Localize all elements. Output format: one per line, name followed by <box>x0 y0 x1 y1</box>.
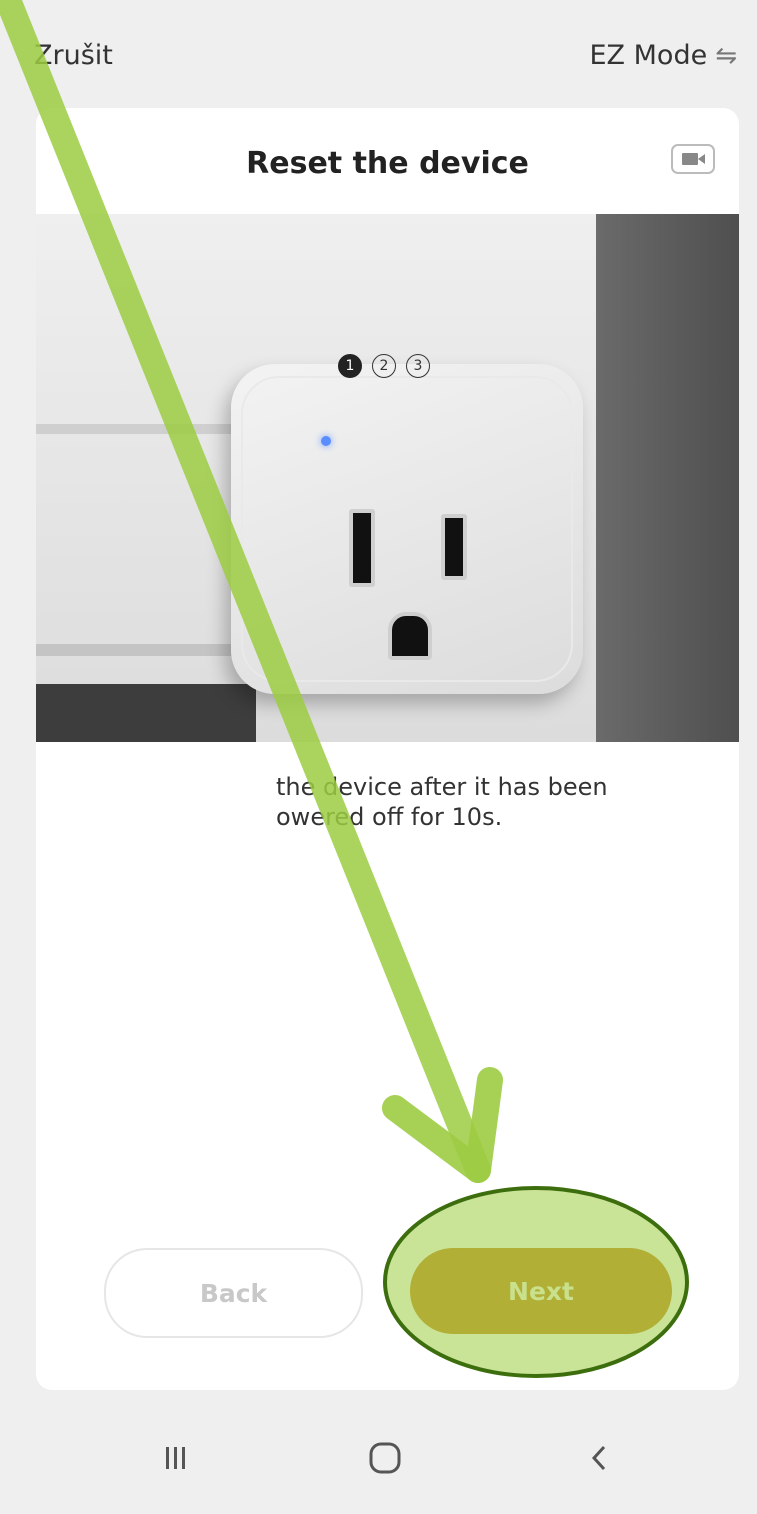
wall-edge <box>36 424 246 434</box>
video-camera-icon[interactable] <box>671 144 715 174</box>
top-bar: Zrušit EZ Mode ⇋ <box>0 0 757 110</box>
swap-icon: ⇋ <box>715 40 737 71</box>
recent-apps-icon[interactable] <box>150 1438 200 1478</box>
back-button[interactable]: Back <box>104 1248 363 1338</box>
instruction-text: the device after it has been owered off … <box>276 772 696 832</box>
instruction-line-2: owered off for 10s. <box>276 803 503 831</box>
led-indicator <box>321 436 331 446</box>
ez-mode-switch[interactable]: EZ Mode ⇋ <box>590 40 738 71</box>
step-2: 2 <box>372 354 396 378</box>
instruction-line-1: the device after it has been <box>276 773 608 801</box>
smart-plug-image <box>231 364 583 694</box>
step-3: 3 <box>406 354 430 378</box>
outlet-slot <box>441 514 467 580</box>
reset-card: Reset the device 1 2 3 the device after … <box>36 108 739 1390</box>
device-photo: 1 2 3 <box>36 214 739 742</box>
page-title: Reset the device <box>246 146 529 181</box>
step-indicator: 1 2 3 <box>338 354 430 378</box>
step-1: 1 <box>338 354 362 378</box>
ez-mode-label: EZ Mode <box>589 40 708 71</box>
cancel-button[interactable]: Zrušit <box>34 40 113 71</box>
wall-edge <box>36 644 246 656</box>
home-icon[interactable] <box>360 1438 410 1478</box>
back-icon[interactable] <box>575 1438 625 1478</box>
system-nav-bar <box>0 1420 757 1514</box>
outlet-slot <box>349 509 375 587</box>
outlet-ground-hole <box>388 612 432 660</box>
wall-shadow <box>36 684 256 742</box>
next-button[interactable]: Next <box>410 1248 672 1334</box>
